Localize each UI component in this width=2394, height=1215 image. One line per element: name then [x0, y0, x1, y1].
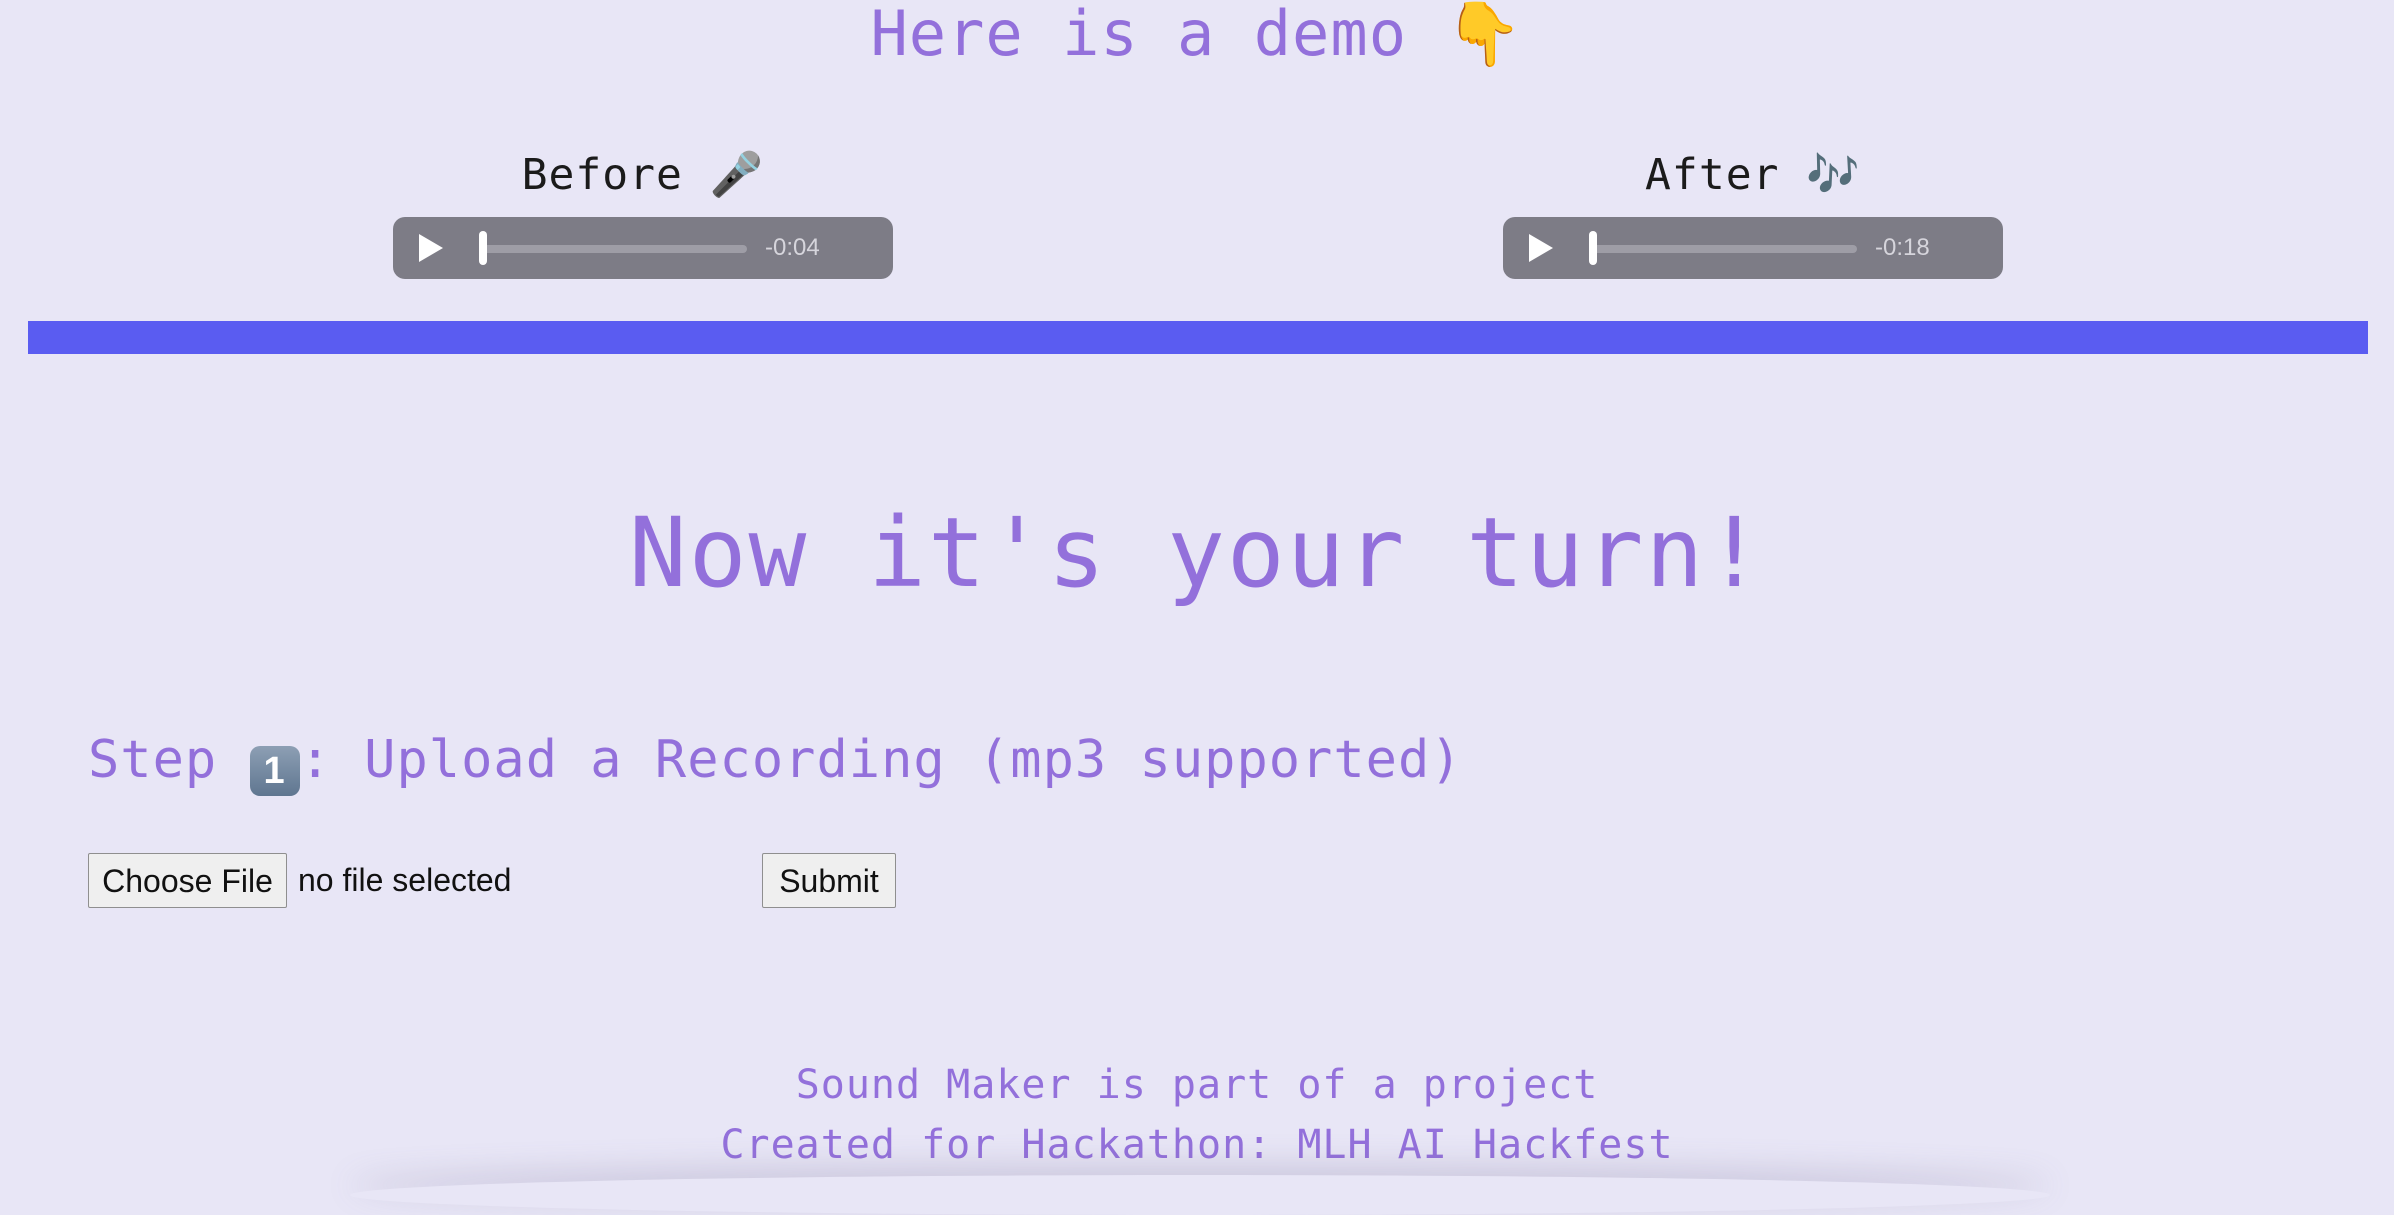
play-icon[interactable] — [1529, 234, 1553, 262]
microphone-icon: 🎤 — [709, 150, 765, 200]
step-prefix: Step — [88, 730, 218, 790]
before-label: Before 🎤 — [393, 145, 893, 205]
step-heading: Step 1: Upload a Recording (mp3 supporte… — [88, 730, 1463, 796]
footer: Sound Maker is part of a project Created… — [0, 1055, 2394, 1175]
demo-title: Here is a demo 👇 — [0, 0, 2394, 68]
submit-button[interactable]: Submit — [762, 853, 896, 908]
audio-progress-track[interactable] — [481, 245, 747, 253]
file-status-text: no file selected — [298, 862, 512, 898]
audio-scrubber-thumb[interactable] — [1589, 231, 1597, 265]
step-text: : Upload a Recording (mp3 supported) — [299, 730, 1463, 790]
your-turn-heading: Now it's your turn! — [628, 497, 1766, 609]
footer-shadow — [350, 1175, 2050, 1215]
play-icon[interactable] — [419, 234, 443, 262]
before-section: Before 🎤 -0:04 — [393, 145, 893, 279]
after-section: After 🎶 -0:18 — [1503, 145, 2003, 279]
footer-line-1: Sound Maker is part of a project — [795, 1062, 1599, 1108]
audio-progress-track[interactable] — [1591, 245, 1857, 253]
audio-time-remaining: -0:18 — [1875, 234, 1930, 261]
music-notes-icon: 🎶 — [1806, 150, 1861, 200]
keycap-one-icon: 1 — [249, 746, 300, 796]
section-divider — [28, 321, 2368, 354]
choose-file-button[interactable]: Choose File — [88, 853, 287, 908]
demo-title-text: Here is a demo — [870, 0, 1408, 70]
audio-time-remaining: -0:04 — [765, 234, 820, 261]
after-audio-player[interactable]: -0:18 — [1503, 217, 2003, 279]
audio-scrubber-thumb[interactable] — [479, 231, 487, 265]
before-label-text: Before — [521, 150, 683, 200]
after-label: After 🎶 — [1503, 145, 2003, 205]
before-audio-player[interactable]: -0:04 — [393, 217, 893, 279]
footer-line-2: Created for Hackathon: MLH AI Hackfest — [720, 1122, 1674, 1168]
pointing-down-icon: 👇 — [1445, 0, 1524, 70]
after-label-text: After — [1645, 150, 1780, 200]
